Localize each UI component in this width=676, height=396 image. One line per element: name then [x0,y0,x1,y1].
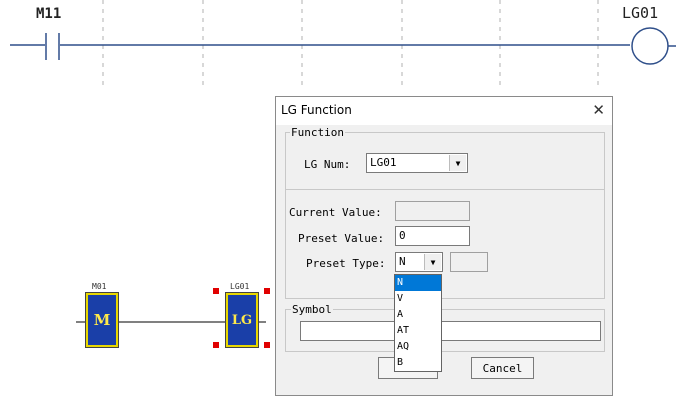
preset-extra-field [450,252,488,272]
dialog-title: LG Function [281,103,352,117]
cancel-button-label: Cancel [482,361,523,375]
dropdown-option[interactable]: N [395,275,441,291]
block-lg-caption: LG01 [230,282,250,291]
preset-type-dropdown-list[interactable]: N V A AT AQ B [394,274,442,372]
dropdown-option[interactable]: AT [395,323,441,339]
selection-handle-top-right[interactable] [264,288,270,294]
preset-type-label: Preset Type: [306,257,386,270]
block-lg[interactable]: LG [226,293,258,347]
selection-handle-bottom-left[interactable] [213,342,219,348]
lg-num-value: LG01 [370,156,397,169]
coil-label: LG01 [622,4,659,22]
selection-handle-bottom-right[interactable] [264,342,270,348]
preset-value-input[interactable]: 0 [395,226,470,246]
block-m-text: M [93,311,111,329]
dropdown-option[interactable]: B [395,355,441,371]
ladder-rung-graphic [10,0,676,90]
lg-num-select[interactable]: LG01 ▼ [366,153,468,173]
block-m[interactable]: M [86,293,118,347]
preset-type-select[interactable]: N ▼ [395,252,443,272]
block-m-caption: M01 [92,282,107,291]
selection-handle-top-left[interactable] [213,288,219,294]
ladder-rung [0,0,676,90]
symbol-input[interactable] [300,321,601,341]
contact-label: M11 [36,6,62,22]
current-value-label: Current Value: [289,206,382,219]
dropdown-option[interactable]: AQ [395,339,441,355]
dropdown-option[interactable]: V [395,291,441,307]
chevron-down-icon[interactable]: ▼ [449,155,466,171]
cancel-button[interactable]: Cancel [471,357,534,379]
dropdown-option[interactable]: A [395,307,441,323]
preset-type-value: N [399,255,406,268]
close-icon[interactable]: ✕ [592,101,605,119]
chevron-down-icon[interactable]: ▼ [424,254,441,270]
lg-function-dialog: LG Function ✕ Function LG Num: LG01 ▼ Cu… [275,96,613,396]
lg-num-label: LG Num: [304,158,351,171]
preset-value-text: 0 [399,229,406,242]
dialog-titlebar[interactable]: LG Function ✕ [276,97,612,125]
block-lg-text: LG [231,312,253,328]
current-value-field [395,201,470,221]
symbol-group-legend: Symbol [291,303,333,316]
preset-value-label: Preset Value: [298,232,385,245]
function-group-legend: Function [290,126,345,139]
